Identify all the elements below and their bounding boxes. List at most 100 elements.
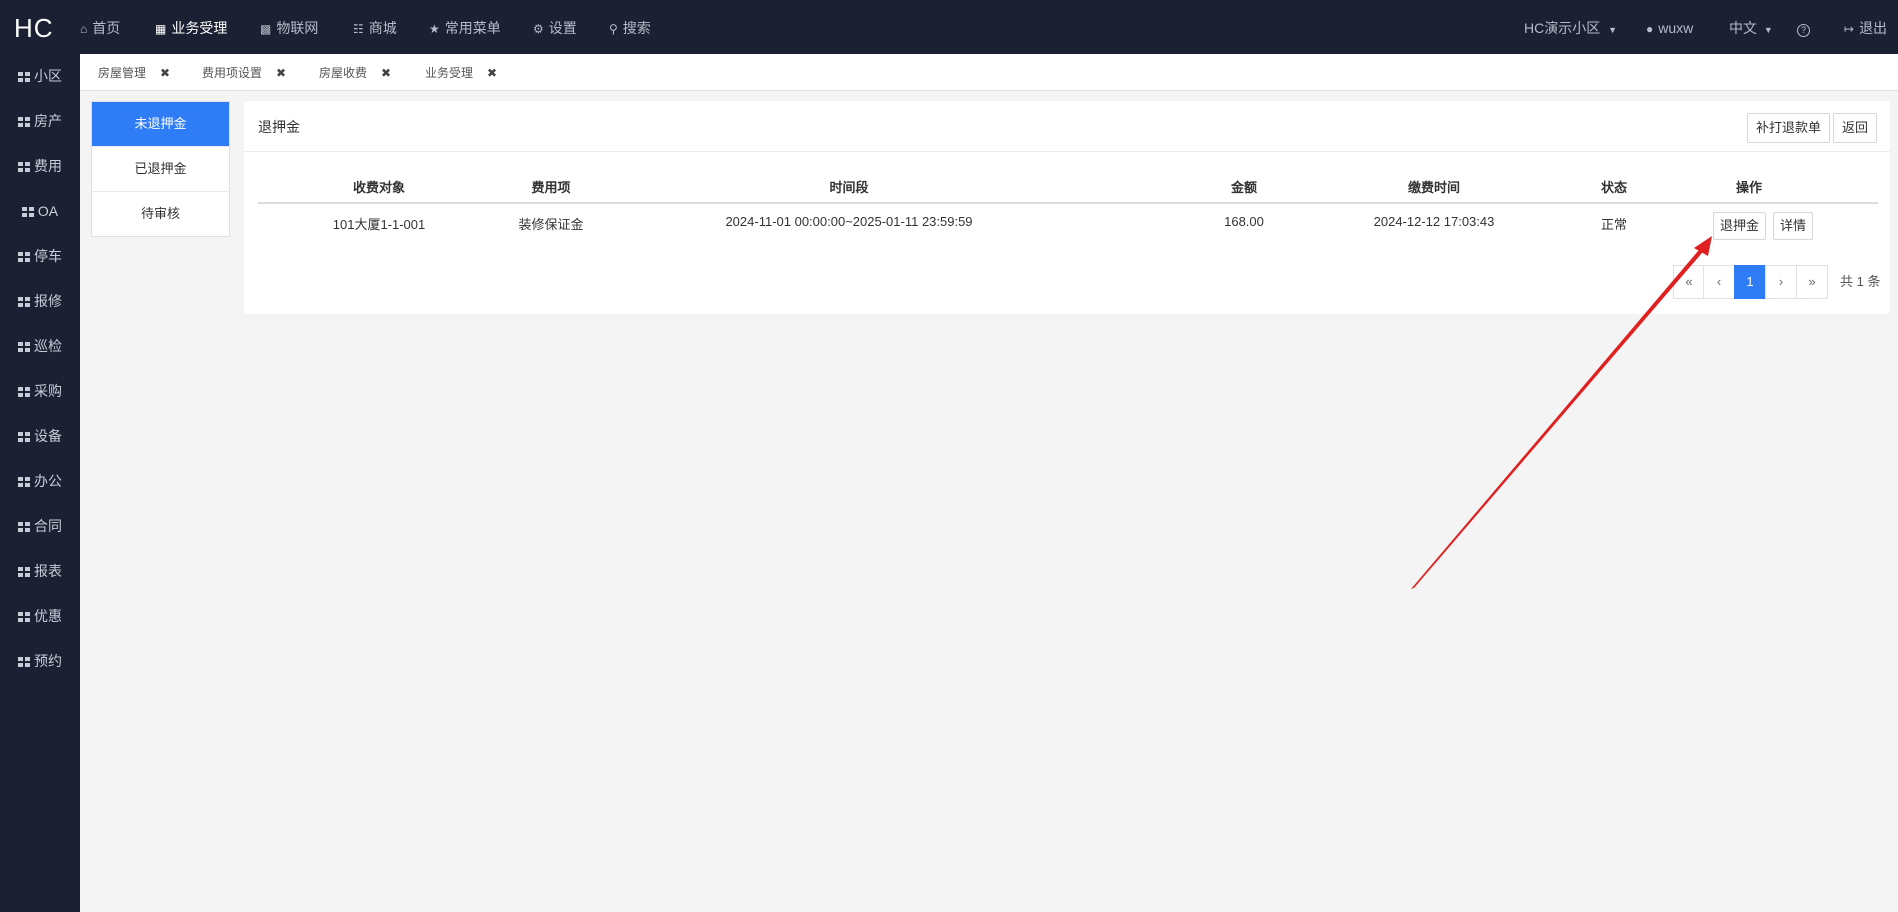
user-icon: ● <box>1646 22 1654 36</box>
language-label: 中文 <box>1729 20 1757 36</box>
grid-icon <box>18 477 30 487</box>
reprint-refund-button[interactable]: 补打退款单 <box>1747 113 1831 143</box>
close-icon[interactable]: ✖ <box>487 66 497 80</box>
grid-icon <box>18 387 30 397</box>
close-icon[interactable]: ✖ <box>160 66 170 80</box>
grid-icon <box>18 657 30 667</box>
refund-deposit-button[interactable]: 退押金 <box>1713 212 1767 240</box>
col-header-period: 时间段 <box>829 180 869 195</box>
sidebar-item-label: 优惠 <box>34 608 62 624</box>
nav-label: 商城 <box>368 20 397 36</box>
pagination-total: 共 1 条 <box>1840 274 1881 289</box>
grid-icon <box>18 522 30 532</box>
tab-label: 房屋管理 <box>98 66 147 80</box>
divider <box>244 151 1890 152</box>
tab-house-charges[interactable]: 房屋收费 ✖ <box>319 54 391 90</box>
search-icon: ⚲ <box>609 22 618 36</box>
grid-icon <box>18 297 30 307</box>
sidebar-item-label: 采购 <box>34 383 62 399</box>
tab-business[interactable]: 业务受理 ✖ <box>425 54 497 90</box>
home-icon: ⌂ <box>80 22 88 36</box>
sidebar: 小区房产 费用 OA 停车报修巡检采购设备办公合同报表优惠预约 <box>0 54 80 912</box>
nav-mall[interactable]: ☷ 商城 <box>353 0 397 54</box>
sidebar-item[interactable]: 小区 <box>0 54 80 98</box>
col-header-amount: 金额 <box>1230 180 1257 195</box>
nav-settings[interactable]: ⚙ 设置 <box>533 0 577 54</box>
top-navbar: HC ⌂ 首页 ▦ 业务受理 ▩ 物联网 ☷ 商城 ★ 常用菜单 ⚙ 设置 ⚲ 搜索 HC演示… <box>0 0 1898 54</box>
detail-button[interactable]: 详情 <box>1773 212 1814 240</box>
gear-icon: ⚙ <box>533 22 544 36</box>
tab-bar: 房屋管理 ✖ 费用项设置 ✖ 房屋收费 ✖ 业务受理 ✖ <box>80 54 1898 91</box>
page-last-button[interactable]: » <box>1796 265 1828 299</box>
language-dropdown[interactable]: 中文 ▼ <box>1729 0 1773 54</box>
tab-house-management[interactable]: 房屋管理 ✖ <box>98 54 170 90</box>
caret-down-icon: ▼ <box>1763 25 1773 35</box>
page-first-button[interactable]: « <box>1673 265 1705 299</box>
sidebar-item[interactable]: 停车 <box>0 234 80 278</box>
close-icon[interactable]: ✖ <box>381 66 391 80</box>
page-prev-button[interactable]: ‹ <box>1703 265 1735 299</box>
page-current-button[interactable]: 1 <box>1734 265 1766 299</box>
grid-icon <box>21 207 34 217</box>
sidebar-item[interactable]: OA <box>0 189 80 233</box>
close-icon[interactable]: ✖ <box>276 66 286 80</box>
sidebar-item-label: 报表 <box>34 563 62 579</box>
user-name: wuxw <box>1658 20 1694 36</box>
grid-icon <box>18 162 30 172</box>
community-dropdown[interactable]: HC演示小区 ▼ <box>1524 0 1617 54</box>
user-menu[interactable]: ● wuxw <box>1646 0 1693 54</box>
col-header-status: 状态 <box>1600 180 1627 195</box>
cell-pay-time: 2024-12-12 17:03:43 <box>1373 214 1495 229</box>
tab-label: 业务受理 <box>425 66 474 80</box>
sidebar-item[interactable]: 采购 <box>0 369 80 413</box>
sidebar-item-label: 设备 <box>34 428 62 444</box>
sidebar-item-label: 办公 <box>34 473 62 489</box>
sidebar-item-label: 小区 <box>34 68 62 84</box>
logout-button[interactable]: ↦ 退出 <box>1844 0 1887 54</box>
sidebar-item-label: 报修 <box>34 293 62 309</box>
tab-fee-settings[interactable]: 费用项设置 ✖ <box>202 54 286 90</box>
nav-common-menu[interactable]: ★ 常用菜单 <box>429 0 501 54</box>
nav-search[interactable]: ⚲ 搜索 <box>609 0 651 54</box>
sidebar-item[interactable]: 设备 <box>0 414 80 458</box>
nav-label: 首页 <box>92 20 121 36</box>
subnav-pending-review[interactable]: 待审核 <box>92 191 229 236</box>
sidebar-item-label: 预约 <box>34 653 62 669</box>
subnav-unrefunded[interactable]: 未退押金 <box>92 102 229 146</box>
page-next-button[interactable]: › <box>1765 265 1797 299</box>
sidebar-item[interactable]: 费用 <box>0 144 80 188</box>
nav-label: 搜索 <box>622 20 651 36</box>
help-button[interactable]: ? <box>1797 0 1810 54</box>
sidebar-item[interactable]: 巡检 <box>0 324 80 368</box>
calculator-icon: ▦ <box>155 22 167 36</box>
sidebar-item-label: 巡检 <box>34 338 62 354</box>
sidebar-item-label: OA <box>37 203 59 219</box>
grid-icon <box>18 432 30 442</box>
grid-icon <box>18 612 30 622</box>
sidebar-item[interactable]: 合同 <box>0 504 80 548</box>
back-button[interactable]: 返回 <box>1833 113 1878 143</box>
nav-label: 设置 <box>548 20 577 36</box>
tab-label: 费用项设置 <box>202 66 263 80</box>
sidebar-item[interactable]: 报修 <box>0 279 80 323</box>
nav-label: 物联网 <box>276 20 319 36</box>
nav-business[interactable]: ▦ 业务受理 <box>155 0 227 54</box>
subnav-refunded[interactable]: 已退押金 <box>92 146 229 191</box>
sitemap-icon: ★ <box>429 22 440 36</box>
sidebar-item-label: 合同 <box>34 518 62 534</box>
sidebar-item[interactable]: 房产 <box>0 99 80 143</box>
cell-amount: 168.00 <box>1224 214 1264 229</box>
sidebar-item[interactable]: 报表 <box>0 549 80 593</box>
cell-status: 正常 <box>1600 217 1627 232</box>
caret-down-icon: ▼ <box>1608 25 1618 35</box>
col-header-object: 收费对象 <box>352 180 405 195</box>
nav-iot[interactable]: ▩ 物联网 <box>260 0 318 54</box>
sidebar-item[interactable]: 预约 <box>0 639 80 683</box>
logout-label: 退出 <box>1859 20 1888 36</box>
nav-home[interactable]: ⌂ 首页 <box>80 0 120 54</box>
table-header-divider <box>258 202 1878 204</box>
sidebar-item[interactable]: 办公 <box>0 459 80 503</box>
app-logo[interactable]: HC <box>14 13 54 44</box>
sidebar-item[interactable]: 优惠 <box>0 594 80 638</box>
panel-title: 退押金 <box>258 119 300 135</box>
